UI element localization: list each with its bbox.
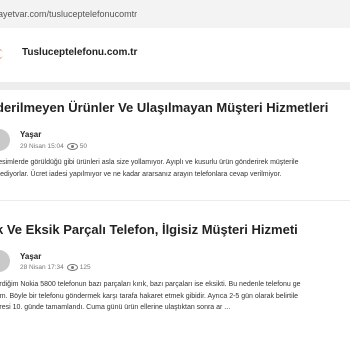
browser-address-bar[interactable]: ayetvar.com/tusluceptelefonucomtr xyxy=(0,0,350,29)
review-title[interactable]: k Ve Eksik Parçalı Telefon, İlgisiz Müşt… xyxy=(0,222,298,237)
view-count: 50 xyxy=(79,143,87,151)
review-meta: 29 Nisan 15:04 50 xyxy=(20,143,87,150)
avatar[interactable] xyxy=(0,250,10,272)
section-separator xyxy=(0,82,350,90)
review-date: 28 Nisan 17:34 xyxy=(20,264,64,272)
view-count: 125 xyxy=(79,264,91,272)
review-excerpt[interactable]: verdiğim Nokia 5800 telefonun bazı parça… xyxy=(0,279,350,314)
review-excerpt[interactable]: , resimlerde görüldüğü gibi ürünleri asl… xyxy=(0,157,350,180)
brand-logo-icon[interactable] xyxy=(0,44,10,64)
review-card: derilmeyen Ürünler Ve Ulaşılmayan Müşter… xyxy=(0,90,350,194)
excerpt-line: er ediyorlar. Ücret iadesi yapılmıyor ve… xyxy=(0,170,282,178)
review-meta: 28 Nisan 17:34 125 xyxy=(20,264,91,271)
excerpt-line: , resimlerde görüldüğü gibi ürünleri asl… xyxy=(0,159,299,166)
eye-icon xyxy=(66,264,78,271)
address-url[interactable]: ayetvar.com/tusluceptelefonucomtr xyxy=(0,0,137,28)
divider xyxy=(0,200,350,201)
avatar[interactable] xyxy=(0,129,10,151)
author-name[interactable]: Yaşar xyxy=(20,130,41,139)
site-name-link[interactable]: Tusluceptelefonu.com.tr xyxy=(22,47,137,58)
review-date: 29 Nisan 15:04 xyxy=(20,143,64,151)
excerpt-line: süresi 10. günde tamamlandı. Cuma günü ü… xyxy=(0,304,231,311)
site-header: Tusluceptelefonu.com.tr xyxy=(0,28,350,82)
excerpt-line: rdim. Böyle bir telefonu göndermek karşı… xyxy=(0,292,299,300)
eye-icon xyxy=(66,143,78,150)
author-name[interactable]: Yaşar xyxy=(20,252,41,261)
review-title[interactable]: derilmeyen Ürünler Ve Ulaşılmayan Müşter… xyxy=(0,100,328,115)
excerpt-line: verdiğim Nokia 5800 telefonun bazı parça… xyxy=(0,281,301,288)
review-card: k Ve Eksik Parçalı Telefon, İlgisiz Müşt… xyxy=(0,210,350,340)
